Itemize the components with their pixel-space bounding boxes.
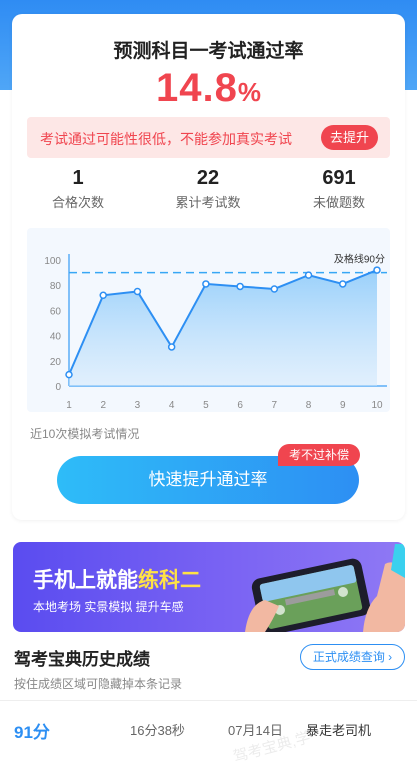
chevron-right-icon: › (388, 650, 393, 664)
score-point (99, 291, 107, 300)
x-tick-label: 6 (237, 400, 243, 411)
history-score: 91分 (14, 723, 50, 742)
phone-game-illustration (245, 544, 405, 632)
y-tick-label: 0 (55, 382, 61, 393)
history-row[interactable]: 91分 16分38秒 07月14日 暴走老司机 (0, 701, 417, 757)
stat-pass-count: 1 合格次数 (18, 167, 138, 211)
y-tick-label: 20 (50, 357, 62, 368)
x-tick-label: 4 (169, 400, 175, 411)
x-tick-label: 9 (340, 400, 346, 411)
history-title: 驾考宝典历史成绩 (14, 650, 150, 669)
score-chart: 0 20 40 60 80 100 1 2 3 4 5 6 7 8 9 10 及格线90分 (27, 228, 390, 412)
banner-subtitle: 本地考场 实景模拟 提升车感 (33, 600, 184, 614)
stat-value: 691 (322, 167, 356, 189)
stats-row: 1 合格次数 22 累计考试数 691 未做题数 (12, 167, 405, 217)
y-tick-label: 100 (44, 256, 61, 267)
score-point (304, 271, 313, 279)
chart-caption: 近10次模拟考试情况 (30, 427, 140, 441)
pass-threshold-label: 及格线90分 (334, 253, 385, 266)
score-point (202, 280, 210, 288)
x-tick-label: 2 (100, 400, 106, 411)
score-point (339, 280, 347, 288)
x-tick-label: 3 (135, 400, 141, 411)
promo-banner[interactable]: 手机上就能练科二 本地考场 实景模拟 提升车感 (13, 542, 405, 632)
warning-bar: 考试通过可能性很低，不能参加真实考试 去提升 (27, 117, 390, 158)
warning-text: 考试通过可能性很低，不能参加真实考试 (40, 131, 292, 147)
score-area (69, 270, 377, 386)
official-score-query-label: 正式成绩查询 (312, 650, 385, 664)
banner-title-highlight: 练科二 (138, 569, 201, 592)
history-duration: 16分38秒 (130, 723, 185, 738)
x-tick-label: 7 (272, 400, 278, 411)
y-tick-label: 80 (50, 281, 62, 292)
x-tick-label: 10 (371, 400, 383, 411)
score-point (236, 282, 244, 291)
official-score-query-button[interactable]: 正式成绩查询 › (300, 644, 405, 670)
stat-label: 未做题数 (312, 195, 365, 210)
stat-label: 累计考试数 (175, 195, 241, 210)
score-point (373, 266, 381, 274)
pass-rate-unit: % (237, 77, 261, 107)
y-tick-label: 40 (50, 332, 62, 343)
stat-value: 22 (196, 167, 220, 189)
x-tick-label: 8 (306, 400, 312, 411)
pass-rate: 14.8% (12, 66, 405, 111)
score-point (133, 287, 142, 296)
score-point (270, 285, 279, 293)
history-rank: 暴走老司机 (306, 723, 372, 738)
pass-rate-number: 14.8 (156, 66, 238, 110)
compensation-badge: 考不过补偿 (278, 444, 360, 466)
history-subtitle: 按住成绩区域可隐藏掉本条记录 (14, 677, 183, 691)
x-tick-label: 1 (66, 400, 72, 411)
banner-title-prefix: 手机上就能 (33, 569, 138, 592)
banner-title: 手机上就能练科二 (33, 564, 201, 594)
score-point (65, 370, 73, 379)
score-point (167, 343, 176, 351)
page-title: 预测科目一考试通过率 (113, 41, 304, 62)
pass-rate-card: 预测科目一考试通过率 14.8% 考试通过可能性很低，不能参加真实考试 去提升 … (12, 14, 405, 520)
improve-button[interactable]: 去提升 (321, 125, 378, 150)
y-tick-label: 60 (50, 306, 62, 317)
stat-exam-count: 22 累计考试数 (148, 167, 268, 211)
stat-undone-count: 691 未做题数 (279, 167, 399, 211)
x-tick-label: 5 (203, 400, 209, 411)
stat-value: 1 (72, 167, 84, 189)
score-chart-svg: 0 20 40 60 80 100 1 2 3 4 5 6 7 8 9 10 及格线90分 (44, 253, 387, 411)
stat-label: 合格次数 (51, 195, 104, 210)
